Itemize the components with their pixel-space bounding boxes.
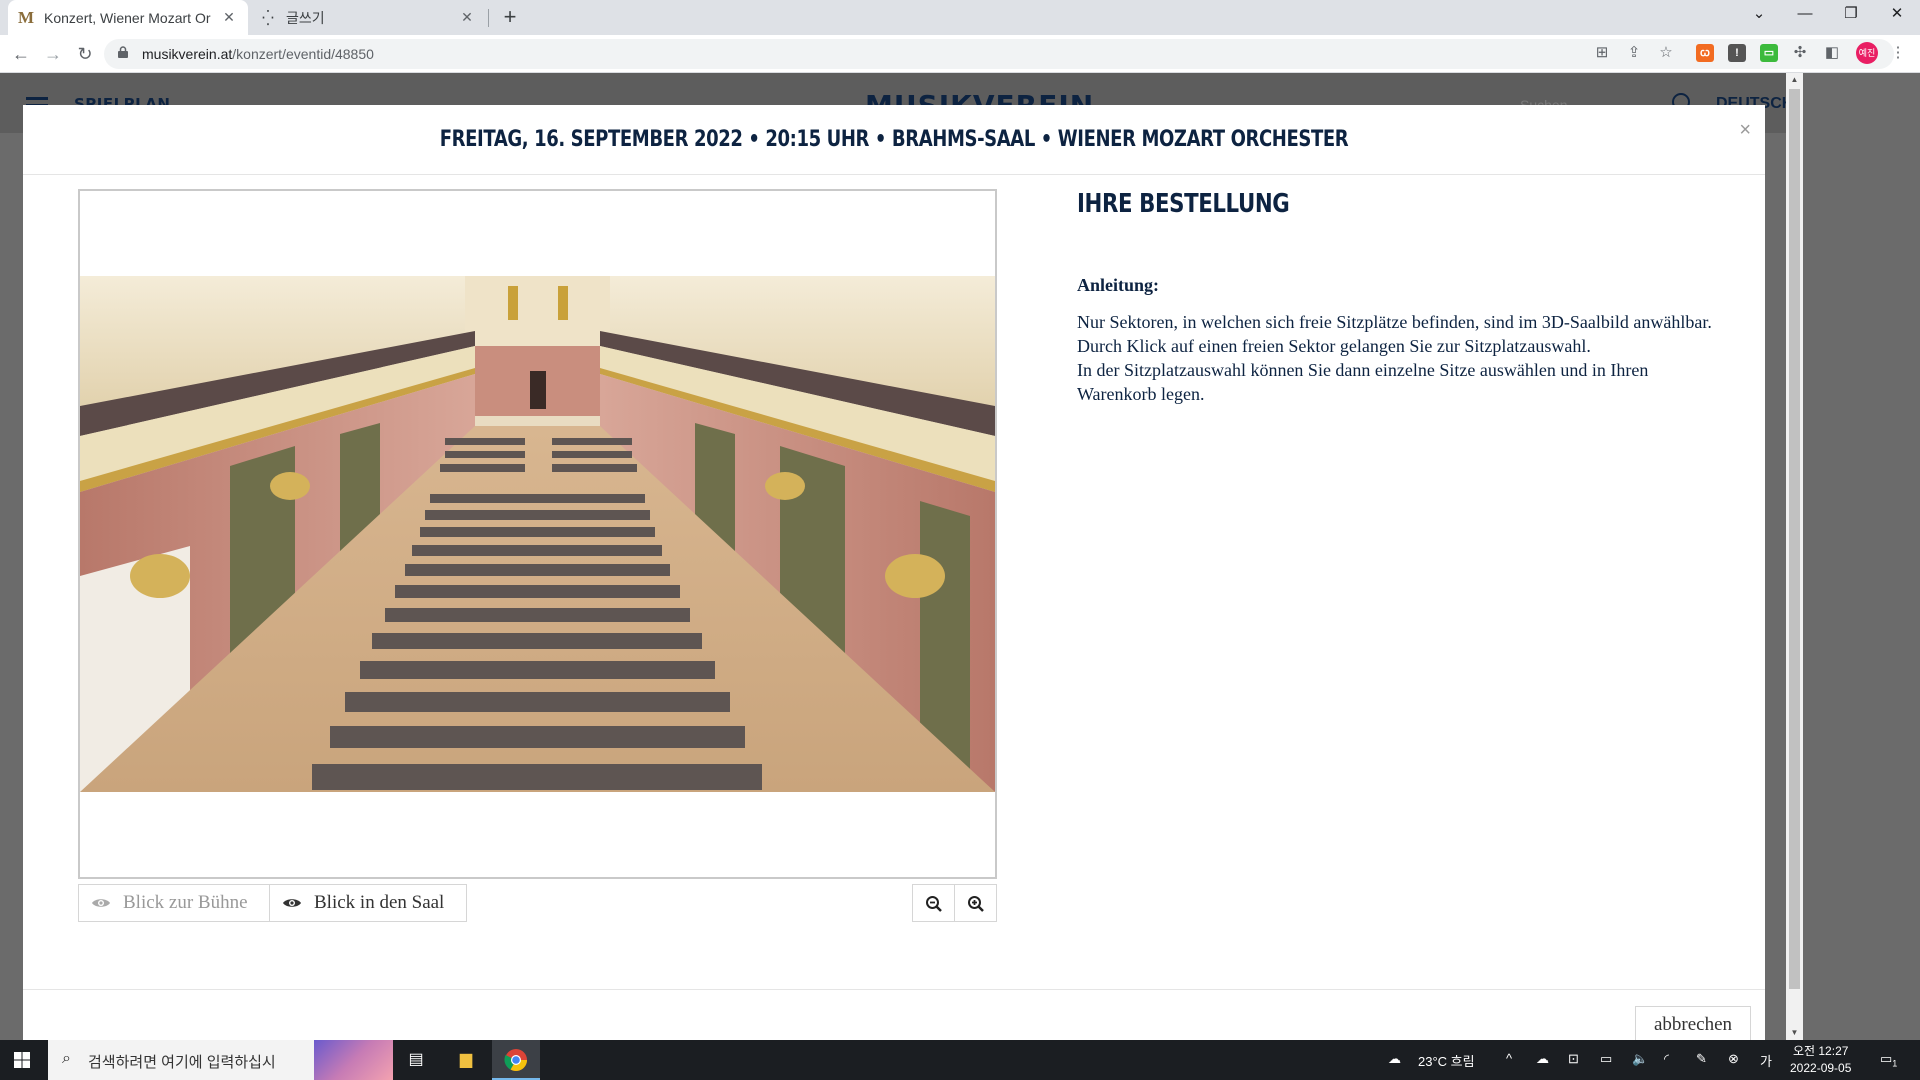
weather-cloud-icon[interactable]: ☁ (1388, 1051, 1401, 1067)
share-icon[interactable]: ⇪ (1624, 43, 1644, 63)
page-overlay (1803, 73, 1920, 1040)
more-menu-icon[interactable]: ⋮ (1888, 43, 1908, 63)
ime-icon[interactable]: 가 (1760, 1051, 1772, 1070)
order-panel: IHRE BESTELLUNG Anleitung: Nur Sektoren,… (1077, 189, 1717, 406)
url-host: musikverein.at (142, 46, 233, 62)
taskbar-search-input[interactable]: ⌕ 검색하려면 여기에 입력하십시 (48, 1040, 393, 1080)
event-title: FREITAG, 16. SEPTEMBER 2022 • 20:15 UHR … (439, 127, 1349, 152)
modal-title: FREITAG, 16. SEPTEMBER 2022 • 20:15 UHR … (23, 105, 1765, 175)
tab-title: 글쓰기 (286, 9, 325, 26)
browser-tab-strip: M Konzert, Wiener Mozart Or ✕ ⁛ 글쓰기 ✕ + … (0, 0, 1920, 35)
weather-text[interactable]: 23°C 흐림 (1418, 1051, 1475, 1070)
clock-date: 2022-09-05 (1790, 1061, 1852, 1075)
seat-selection-modal: FREITAG, 16. SEPTEMBER 2022 • 20:15 UHR … (23, 105, 1765, 1040)
zoom-out-icon (925, 896, 942, 912)
taskbar-clock[interactable]: 오전 12:27 2022-09-05 (1790, 1043, 1851, 1077)
view-hall-label: Blick in den Saal (314, 892, 445, 913)
close-window-button[interactable]: ✕ (1874, 0, 1920, 30)
chrome-taskbar-button[interactable] (492, 1040, 540, 1080)
profile-avatar[interactable]: 예진 (1856, 42, 1878, 64)
show-hidden-icons-icon[interactable]: ^ (1506, 1051, 1512, 1066)
task-view-icon[interactable]: ▤ (404, 1048, 428, 1072)
modal-footer-divider (23, 989, 1765, 990)
taskbar-search-placeholder: 검색하려면 여기에 입력하십시 (88, 1054, 276, 1071)
scroll-up-arrow-icon[interactable]: ▲ (1786, 73, 1803, 87)
eye-icon (92, 899, 110, 907)
instructions-label: Anleitung: (1077, 275, 1160, 295)
tab-title: Konzert, Wiener Mozart Or (44, 9, 211, 26)
chrome-icon (504, 1049, 527, 1071)
tab-divider (488, 9, 489, 27)
view-stage-label: Blick zur Bühne (123, 892, 248, 913)
scroll-down-arrow-icon[interactable]: ▼ (1786, 1026, 1803, 1040)
zoom-out-button[interactable] (912, 884, 955, 922)
side-panel-icon[interactable]: ◧ (1822, 43, 1842, 63)
zoom-in-button[interactable] (954, 884, 997, 922)
lock-icon (118, 46, 128, 58)
windows-taskbar: ⌕ 검색하려면 여기에 입력하십시 ▤ ▆ ☁ 23°C 흐림 ^ ☁ ⊡ ▭ … (0, 1040, 1920, 1080)
zoom-in-icon (967, 896, 984, 912)
extensions-puzzle-icon[interactable]: ✣ (1790, 43, 1810, 63)
pen-icon[interactable]: ✎ (1696, 1051, 1707, 1067)
translate-icon[interactable]: ⊞ (1592, 43, 1612, 63)
extension-info-icon[interactable]: ! (1728, 44, 1746, 62)
order-heading-text: IHRE BESTELLUNG (1077, 189, 1290, 219)
file-explorer-icon[interactable]: ▆ (454, 1048, 478, 1072)
extension-green-icon[interactable]: ▭ (1760, 44, 1778, 62)
restore-button[interactable]: ❐ (1828, 0, 1874, 30)
extension-orange-icon[interactable]: ꞷ (1696, 44, 1714, 62)
scrollbar-thumb[interactable] (1789, 89, 1800, 989)
url-text: musikverein.at/konzert/eventid/48850 (142, 46, 374, 62)
musikverein-favicon-icon: M (17, 7, 35, 27)
view-hall-button[interactable]: Blick in den Saal (269, 884, 467, 922)
tab-concert[interactable]: M Konzert, Wiener Mozart Or ✕ (8, 0, 248, 35)
back-arrow-icon[interactable]: ← (8, 41, 34, 67)
new-tab-button[interactable]: + (496, 4, 524, 32)
brahms-saal-3d-image[interactable] (80, 276, 995, 792)
tab-write-post[interactable]: ⁛ 글쓰기 ✕ (250, 0, 486, 35)
instructions-text-1: Nur Sektoren, in welchen sich freie Sitz… (1077, 312, 1712, 356)
search-icon: ⌕ (62, 1050, 71, 1067)
notification-count: 1 (1892, 1058, 1898, 1069)
instructions-text-2: In der Sitzplatzauswahl können Sie dann … (1077, 360, 1649, 404)
tab-close-icon[interactable]: ✕ (220, 9, 238, 26)
forward-arrow-icon[interactable]: → (40, 41, 66, 67)
eye-icon (283, 899, 301, 907)
page-scrollbar[interactable]: ▲ ▼ (1786, 73, 1803, 1040)
blog-favicon-icon: ⁛ (262, 9, 274, 27)
battery-icon[interactable]: ▭ (1600, 1051, 1612, 1067)
onedrive-icon[interactable]: ☁ (1536, 1051, 1549, 1067)
notification-icon[interactable]: ▭1 (1880, 1051, 1897, 1069)
modal-close-icon[interactable]: × (1739, 119, 1751, 142)
volume-icon[interactable]: 🔈 (1632, 1051, 1648, 1067)
tray-close-icon[interactable]: ⊗ (1728, 1051, 1739, 1067)
browser-toolbar: ← → ↻ musikverein.at/konzert/eventid/488… (0, 35, 1920, 73)
hall-3d-viewer[interactable] (78, 189, 997, 879)
hamburger-menu-icon[interactable] (26, 97, 48, 100)
cancel-button[interactable]: abbrechen (1635, 1006, 1751, 1040)
tray-app-icon[interactable]: ⊡ (1568, 1051, 1579, 1067)
bookmark-star-icon[interactable]: ☆ (1656, 43, 1676, 63)
tab-close-icon[interactable]: ✕ (458, 9, 476, 26)
order-heading: IHRE BESTELLUNG (1077, 189, 1717, 219)
search-highlight-image (314, 1040, 393, 1080)
wifi-icon[interactable]: ◜ (1664, 1051, 1669, 1067)
windows-start-icon[interactable] (14, 1052, 30, 1068)
tab-search-chevron-icon[interactable]: ⌄ (1736, 0, 1782, 30)
view-stage-button[interactable]: Blick zur Bühne (78, 884, 270, 922)
reload-icon[interactable]: ↻ (72, 41, 98, 67)
viewer-button-bar: Blick zur Bühne Blick in den Saal (78, 884, 997, 922)
minimize-button[interactable]: — (1782, 0, 1828, 30)
clock-time: 오전 12:27 (1792, 1044, 1849, 1058)
url-path: /konzert/eventid/48850 (232, 46, 374, 62)
